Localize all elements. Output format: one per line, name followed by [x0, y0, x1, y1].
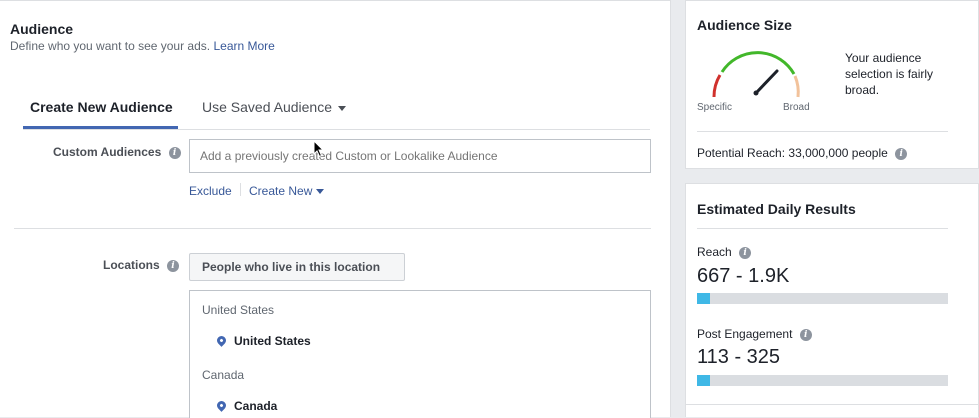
gauge-min-label: Specific — [697, 102, 733, 113]
info-icon[interactable]: i — [168, 146, 181, 159]
post-engagement-label: Post Engagement i — [697, 327, 812, 341]
section-divider — [14, 228, 651, 229]
info-icon[interactable]: i — [167, 259, 180, 272]
tab-use-saved-audience[interactable]: Use Saved Audience — [202, 99, 346, 115]
location-pin-icon — [215, 334, 228, 348]
audience-title: Audience — [10, 21, 74, 37]
gauge-max-label: Broad — [783, 102, 810, 113]
info-icon[interactable]: i — [799, 328, 812, 341]
reach-bar-fill — [697, 293, 710, 304]
reach-label: Reach i — [697, 245, 752, 259]
bottom-divider — [686, 404, 978, 405]
reach-bar — [697, 293, 948, 304]
audience-gauge-icon — [712, 51, 800, 98]
custom-audience-input[interactable] — [189, 139, 651, 173]
audience-panel: Audience Define who you want to see your… — [0, 0, 671, 418]
audience-size-panel: Audience Size Specific Broad Your audien… — [685, 0, 979, 169]
post-engagement-value: 113 - 325 — [697, 346, 781, 368]
info-icon[interactable]: i — [895, 147, 908, 160]
learn-more-link[interactable]: Learn More — [213, 39, 274, 53]
caret-down-icon — [316, 189, 325, 195]
location-type-dropdown[interactable]: People who live in this location — [189, 253, 405, 297]
audience-size-divider — [697, 131, 948, 132]
audience-subtitle: Define who you want to see your ads. Lea… — [10, 39, 275, 53]
location-pin-icon — [215, 399, 228, 413]
audience-size-description: Your audience selection is fairly broad. — [845, 51, 934, 97]
exclude-link[interactable]: Exclude — [189, 184, 232, 198]
location-group-label: United States — [202, 303, 275, 317]
potential-reach: Potential Reach: 33,000,000 people i — [697, 146, 908, 160]
location-group-label: Canada — [202, 368, 245, 382]
locations-list: United States United States Canada Canad… — [189, 290, 651, 418]
locations-label: Locations i — [103, 258, 180, 272]
reach-value: 667 - 1.9K — [697, 265, 790, 287]
estimated-results-panel: Estimated Daily Results Reach i 667 - 1.… — [685, 183, 979, 417]
estimated-results-divider — [697, 228, 948, 229]
create-new-link[interactable]: Create New — [249, 184, 325, 198]
tabs-divider — [23, 129, 650, 130]
location-item[interactable]: Canada — [215, 399, 277, 413]
post-engagement-bar-fill — [697, 375, 710, 386]
audience-size-title: Audience Size — [697, 17, 792, 33]
caret-down-icon — [337, 105, 346, 111]
tab-create-new-audience[interactable]: Create New Audience — [30, 99, 173, 115]
post-engagement-bar — [697, 375, 948, 386]
info-icon[interactable]: i — [739, 246, 752, 259]
location-item[interactable]: United States — [215, 334, 311, 348]
custom-audiences-label: Custom Audiences i — [53, 145, 181, 159]
link-separator — [240, 183, 241, 196]
mouse-cursor-icon — [313, 140, 325, 158]
estimated-results-title: Estimated Daily Results — [697, 201, 856, 217]
